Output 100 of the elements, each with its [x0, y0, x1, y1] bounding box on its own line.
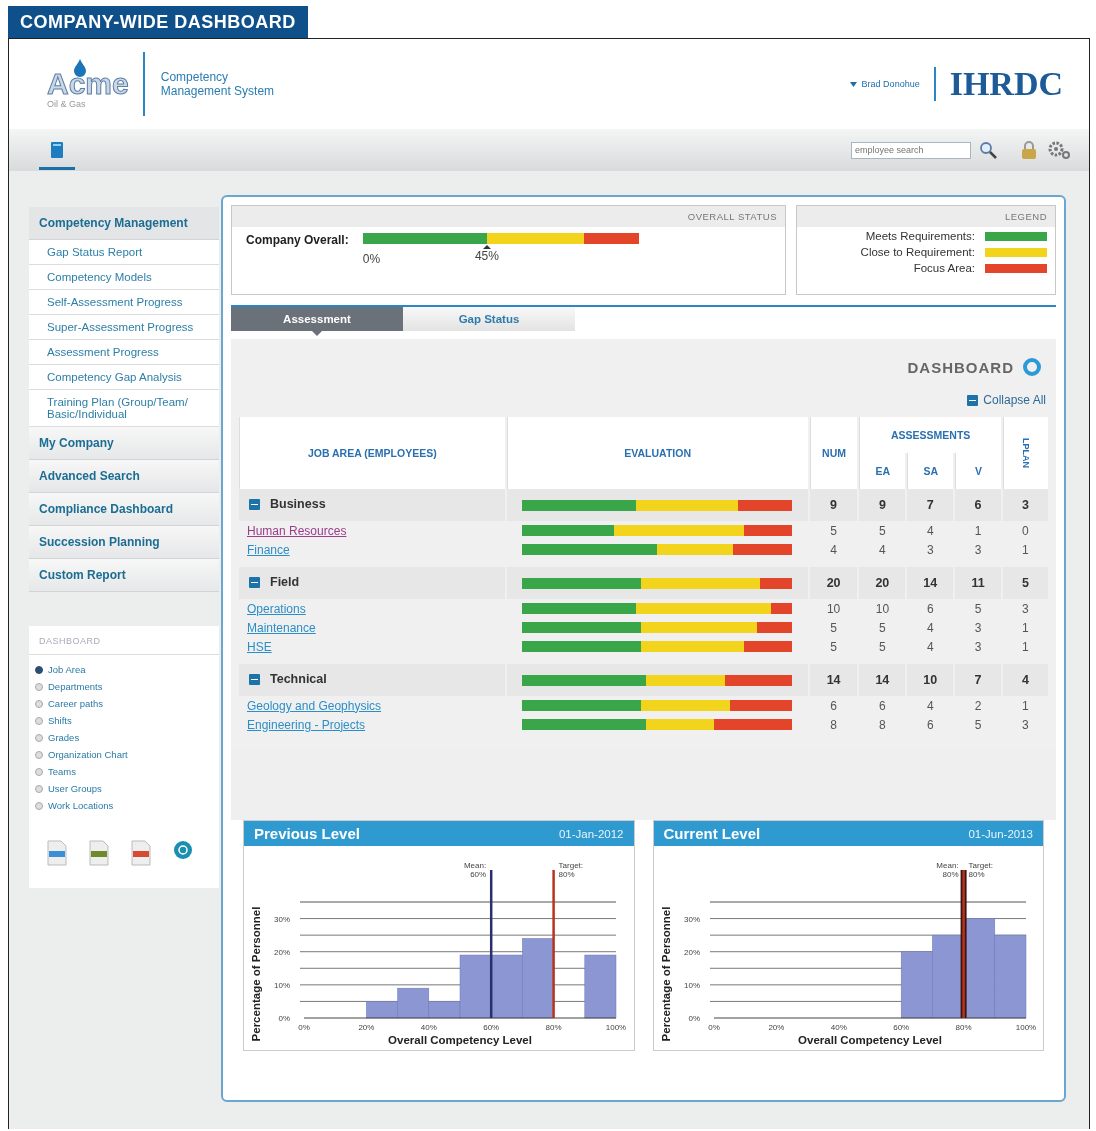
- table-cell-text: 3: [925, 541, 935, 559]
- table-cell: 6: [955, 489, 1001, 521]
- scale-label: 0%: [362, 252, 381, 266]
- table-cell: 5: [1002, 567, 1048, 599]
- x-tick-label: 80%: [955, 1023, 972, 1032]
- y-tick-label: 0%: [687, 1014, 700, 1023]
- panel-title: DASHBOARD: [29, 636, 219, 655]
- panel-title: LEGEND: [797, 206, 1055, 227]
- table-cell-text: 4: [925, 522, 935, 540]
- chart-title: Previous Level: [254, 825, 360, 842]
- table-cell-text: 10: [825, 600, 842, 618]
- table-cell-text: 4: [878, 541, 887, 559]
- table-cell-text: 6: [829, 697, 838, 715]
- table-cell-text: 3: [973, 638, 983, 656]
- table-cell: 14: [907, 567, 954, 599]
- x-tick-label: 20%: [767, 1023, 784, 1032]
- table-cell-text: 8: [829, 716, 838, 734]
- table-cell-text: 3: [1021, 600, 1030, 618]
- group-name: Technical: [270, 672, 327, 687]
- company-logo: Acme Oil & Gas: [47, 59, 129, 109]
- y-tick-label: 10%: [274, 980, 290, 990]
- table-cell-text: 4: [925, 697, 935, 715]
- table-cell: 11: [955, 567, 1001, 599]
- table-cell: 9: [809, 489, 858, 521]
- x-axis-title: Overall Competency Level: [797, 1034, 942, 1046]
- table-cell-text: 5: [878, 619, 887, 637]
- table-cell-text: 1: [973, 522, 983, 540]
- column-header: EA: [859, 453, 906, 489]
- table-cell: 14: [859, 664, 906, 696]
- reference-label: Target: 80%: [968, 861, 993, 879]
- y-tick-label: 10%: [683, 980, 700, 990]
- table-cell-text: 6: [925, 600, 935, 618]
- table-cell-text: 1: [1021, 541, 1030, 559]
- table-cell-text: 3: [973, 541, 983, 559]
- column-header: EVALUATION: [506, 417, 808, 489]
- table-cell: 3: [1002, 489, 1048, 521]
- x-tick-label: 20%: [358, 1023, 375, 1032]
- status-label: Company Overall:: [246, 233, 349, 249]
- panel-title: OVERALL STATUS: [232, 206, 785, 227]
- reference-label: Mean: 60%: [463, 861, 487, 879]
- table-cell: 9: [859, 489, 906, 521]
- app-name: Competency Management System: [160, 69, 275, 99]
- table-cell-text: 1: [1021, 697, 1030, 715]
- x-tick-label: 80%: [545, 1023, 562, 1032]
- group-name: Business: [270, 497, 326, 512]
- y-tick-label: 30%: [683, 914, 700, 924]
- y-axis-title: Percentage of Personnel: [250, 906, 262, 1042]
- table-cell: 4: [1002, 664, 1048, 696]
- x-axis-title: Overall Competency Level: [388, 1034, 532, 1046]
- x-tick-label: 60%: [892, 1023, 909, 1032]
- x-tick-label: 0%: [707, 1023, 720, 1032]
- table-cell-text: 5: [829, 638, 838, 656]
- group-name: Field: [270, 575, 300, 590]
- table-cell-text: 10: [874, 600, 891, 618]
- x-tick-label: 0%: [298, 1023, 310, 1032]
- chart-date: 01-Jan-2012: [558, 827, 624, 840]
- table-cell: 20: [809, 567, 858, 599]
- table-cell: 10: [907, 664, 954, 696]
- y-tick-label: 20%: [683, 947, 700, 957]
- y-tick-label: 0%: [278, 1014, 290, 1023]
- reference-label: Target: 80%: [558, 861, 584, 879]
- table-cell-text: 1: [1021, 638, 1030, 656]
- legend-label: Meets Requirements:: [865, 230, 975, 242]
- table-cell-text: 6: [878, 697, 887, 715]
- x-tick-label: 40%: [830, 1023, 847, 1032]
- table-cell-text: 5: [878, 638, 887, 656]
- column-header: V: [955, 453, 1001, 489]
- x-tick-label: 40%: [420, 1023, 437, 1032]
- table-cell-text: 8: [878, 716, 887, 734]
- column-header: NUM: [809, 417, 858, 489]
- x-tick-label: 60%: [483, 1023, 500, 1032]
- table-cell-text: 0: [1021, 522, 1030, 540]
- column-header: SA: [907, 453, 954, 489]
- reference-label: Mean: 80%: [935, 861, 959, 879]
- y-axis-title: Percentage of Personnel: [659, 906, 672, 1042]
- column-header: LPLAN: [1002, 417, 1048, 489]
- column-header: ASSESSMENTS: [859, 417, 1001, 453]
- table-cell-text: 4: [925, 638, 935, 656]
- table-cell: 7: [907, 489, 954, 521]
- column-header: JOB AREA (EMPLOYEES): [239, 417, 505, 489]
- y-tick-label: 20%: [274, 947, 290, 957]
- table-cell-text: 5: [878, 522, 887, 540]
- table-cell-text: 4: [925, 619, 935, 637]
- table-cell: 14: [809, 664, 858, 696]
- brand-logo: IHRDC: [949, 65, 1063, 103]
- x-tick-label: 100%: [605, 1023, 627, 1032]
- table-cell-text: 1: [1021, 619, 1030, 637]
- table-cell-text: 2: [973, 697, 983, 715]
- y-tick-label: 30%: [274, 914, 290, 924]
- table-cell-text: 4: [829, 541, 838, 559]
- table-cell-text: 5: [973, 600, 983, 618]
- table-cell: 7: [955, 664, 1001, 696]
- table-cell-text: 5: [973, 716, 983, 734]
- table-cell: 20: [859, 567, 906, 599]
- legend-label: Close to Requirement:: [860, 246, 975, 258]
- table-cell-text: 6: [925, 716, 935, 734]
- table-cell-text: 3: [1021, 716, 1030, 734]
- page-title: COMPANY-WIDE DASHBOARD: [8, 6, 308, 38]
- table-cell-text: 5: [829, 522, 838, 540]
- chart-title: Current Level: [663, 825, 761, 842]
